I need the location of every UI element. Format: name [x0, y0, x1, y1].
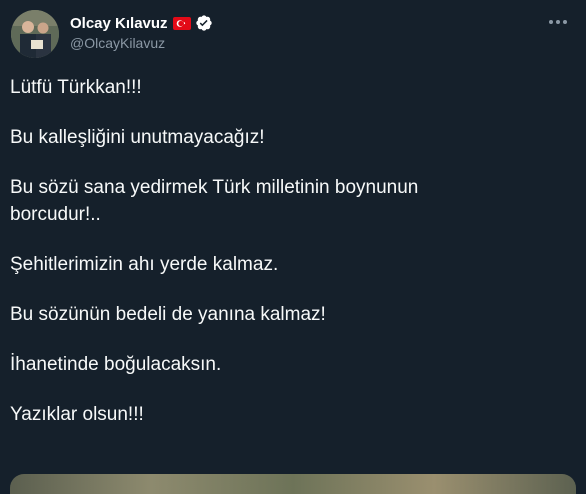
tweet-paragraph: Şehitlerimizin ahı yerde kalmaz. [10, 254, 279, 275]
more-options-icon[interactable] [546, 14, 570, 30]
author-name-row: Olcay Kılavuz [70, 13, 213, 33]
tweet-paragraph: Bu kalleşliğini unutmayacağız! [10, 127, 265, 148]
tweet-paragraph: Yazıklar olsun!!! [10, 404, 144, 425]
tweet-media-image[interactable] [10, 474, 576, 494]
verified-badge-icon [195, 14, 213, 32]
tweet-header: Olcay Kılavuz @OlcayKilavuz [0, 0, 586, 64]
tweet-text: Lütfü Türkkan!!! Bu kalleşliğini unutmay… [10, 74, 570, 451]
tweet-paragraph: İhanetinde boğulacaksın. [10, 354, 222, 375]
turkey-flag-icon [172, 16, 191, 30]
tweet-paragraph: Lütfü Türkkan!!! [10, 77, 142, 98]
author-handle[interactable]: @OlcayKilavuz [70, 35, 165, 51]
tweet-paragraph: Bu sözü sana yedirmek Türk milletinin bo… [10, 177, 419, 225]
avatar[interactable] [11, 10, 59, 58]
author-display-name[interactable]: Olcay Kılavuz [70, 15, 168, 32]
tweet-paragraph: Bu sözünün bedeli de yanına kalmaz! [10, 304, 326, 325]
